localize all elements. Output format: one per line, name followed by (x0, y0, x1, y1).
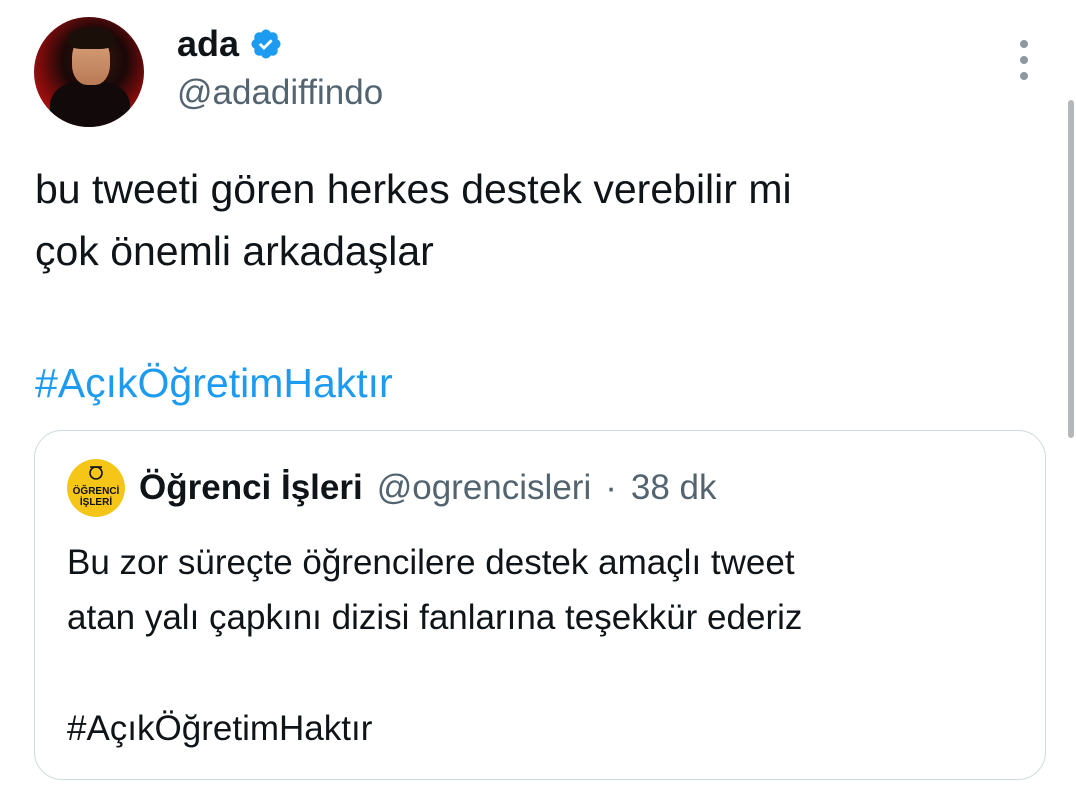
more-dot (1020, 72, 1028, 80)
quoted-author-handle[interactable]: @ogrencisleri (377, 466, 592, 510)
author-avatar[interactable] (34, 17, 144, 127)
avatar-body-shape (50, 81, 130, 127)
quoted-tweet-text-line: atan yalı çapkını dizisi fanlarına teşek… (67, 598, 803, 637)
quoted-tweet-card[interactable]: ÖĞRENCİ İŞLERİ Öğrenci İşleri @ogrencisl… (34, 430, 1046, 780)
scrollbar[interactable] (1068, 100, 1074, 438)
avatar-hair-shape (68, 27, 114, 49)
more-dot (1020, 56, 1028, 64)
author-name[interactable]: ada (177, 22, 239, 66)
author-handle[interactable]: @adadiffindo (177, 72, 383, 114)
quoted-tweet-timestamp[interactable]: 38 dk (631, 466, 717, 510)
svg-text:ÖĞRENCİ: ÖĞRENCİ (73, 484, 120, 497)
ogrenci-isleri-logo-icon: ÖĞRENCİ İŞLERİ (67, 459, 125, 517)
svg-text:İŞLERİ: İŞLERİ (80, 495, 112, 508)
more-dot (1020, 40, 1028, 48)
tweet-text-line: çok önemli arkadaşlar (35, 228, 434, 274)
quoted-tweet-text: Bu zor süreçte öğrencilere destek amaçlı… (67, 535, 1027, 645)
quoted-author-name[interactable]: Öğrenci İşleri (139, 466, 363, 510)
verified-badge-icon[interactable] (249, 27, 283, 61)
quoted-tweet-text-line: Bu zor süreçte öğrencilere destek amaçlı… (67, 543, 795, 582)
tweet-hashtag-link[interactable]: #AçıkÖğretimHaktır (35, 352, 393, 414)
meta-separator: · (605, 468, 617, 507)
more-vertical-icon[interactable] (1012, 40, 1036, 80)
tweet-text: bu tweeti gören herkes destek verebilir … (35, 158, 1035, 282)
author-name-row: ada (177, 22, 283, 66)
quoted-author-avatar[interactable]: ÖĞRENCİ İŞLERİ (67, 459, 125, 517)
quoted-tweet-header: ÖĞRENCİ İŞLERİ Öğrenci İşleri @ogrencisl… (67, 459, 717, 517)
quoted-tweet-hashtag: #AçıkÖğretimHaktır (67, 709, 373, 748)
tweet-text-line: bu tweeti gören herkes destek verebilir … (35, 166, 792, 212)
